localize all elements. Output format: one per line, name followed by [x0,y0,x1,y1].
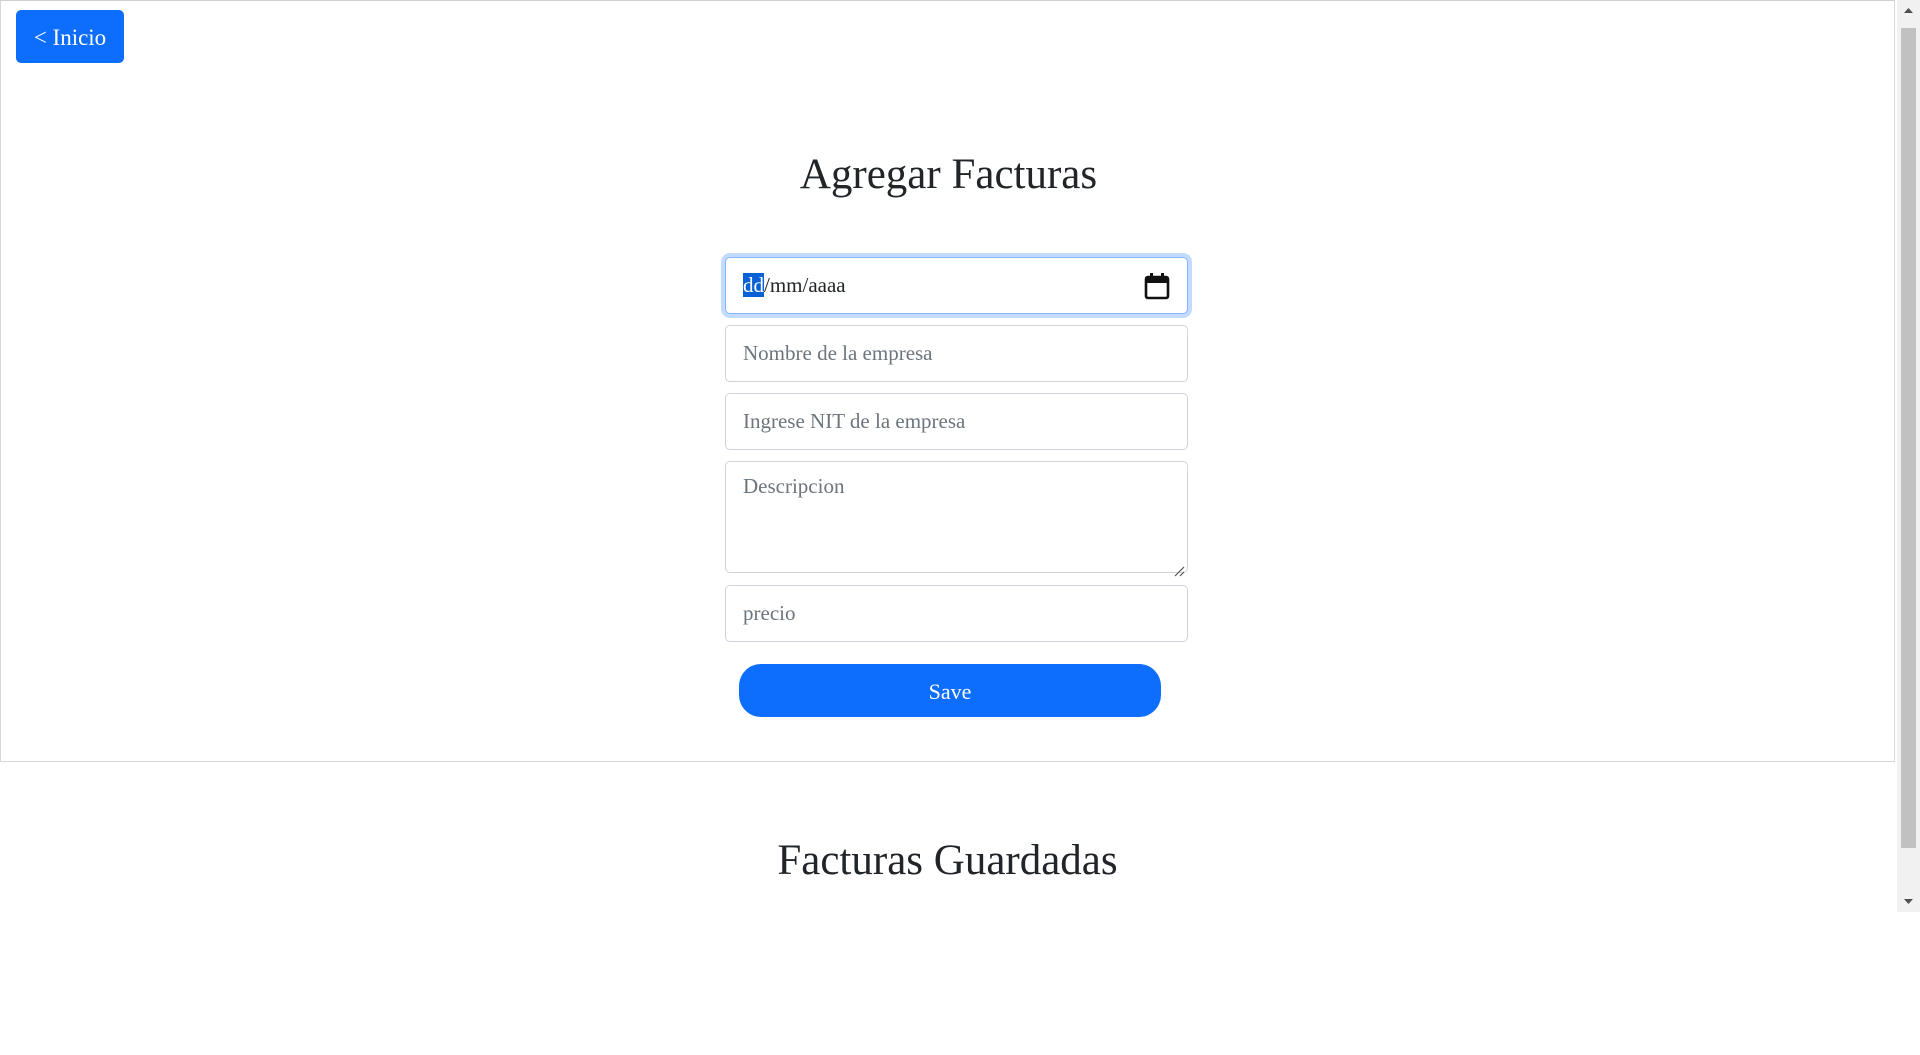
page-title: Agregar Facturas [799,151,1098,198]
date-placeholder: dd/mm/aaaa [743,273,846,298]
resize-grip-icon[interactable] [1173,558,1185,577]
save-button[interactable]: Save [739,664,1161,717]
description-placeholder: Descripcion [743,474,845,498]
calendar-icon[interactable] [1144,272,1170,300]
arrow-up-icon[interactable] [1897,0,1920,20]
company-nit-input[interactable]: Ingrese NIT de la empresa [725,393,1188,450]
scrollbar-thumb[interactable] [1901,28,1916,848]
date-input[interactable]: dd/mm/aaaa [725,257,1188,314]
saved-invoices-title: Facturas Guardadas [777,837,1118,884]
invoice-form-card: < Inicio Agregar Facturas dd/mm/aaaa Nom… [0,0,1895,762]
arrow-down-icon[interactable] [1897,892,1920,912]
company-name-input[interactable]: Nombre de la empresa [725,325,1188,382]
page: < Inicio Agregar Facturas dd/mm/aaaa Nom… [0,0,1920,1055]
price-input[interactable]: precio [725,585,1188,642]
vertical-scrollbar[interactable] [1897,0,1920,912]
date-day-segment[interactable]: dd [743,273,764,297]
description-textarea[interactable]: Descripcion [725,461,1188,577]
date-rest-segments[interactable]: /mm/aaaa [764,273,846,297]
back-to-home-button[interactable]: < Inicio [16,10,124,63]
